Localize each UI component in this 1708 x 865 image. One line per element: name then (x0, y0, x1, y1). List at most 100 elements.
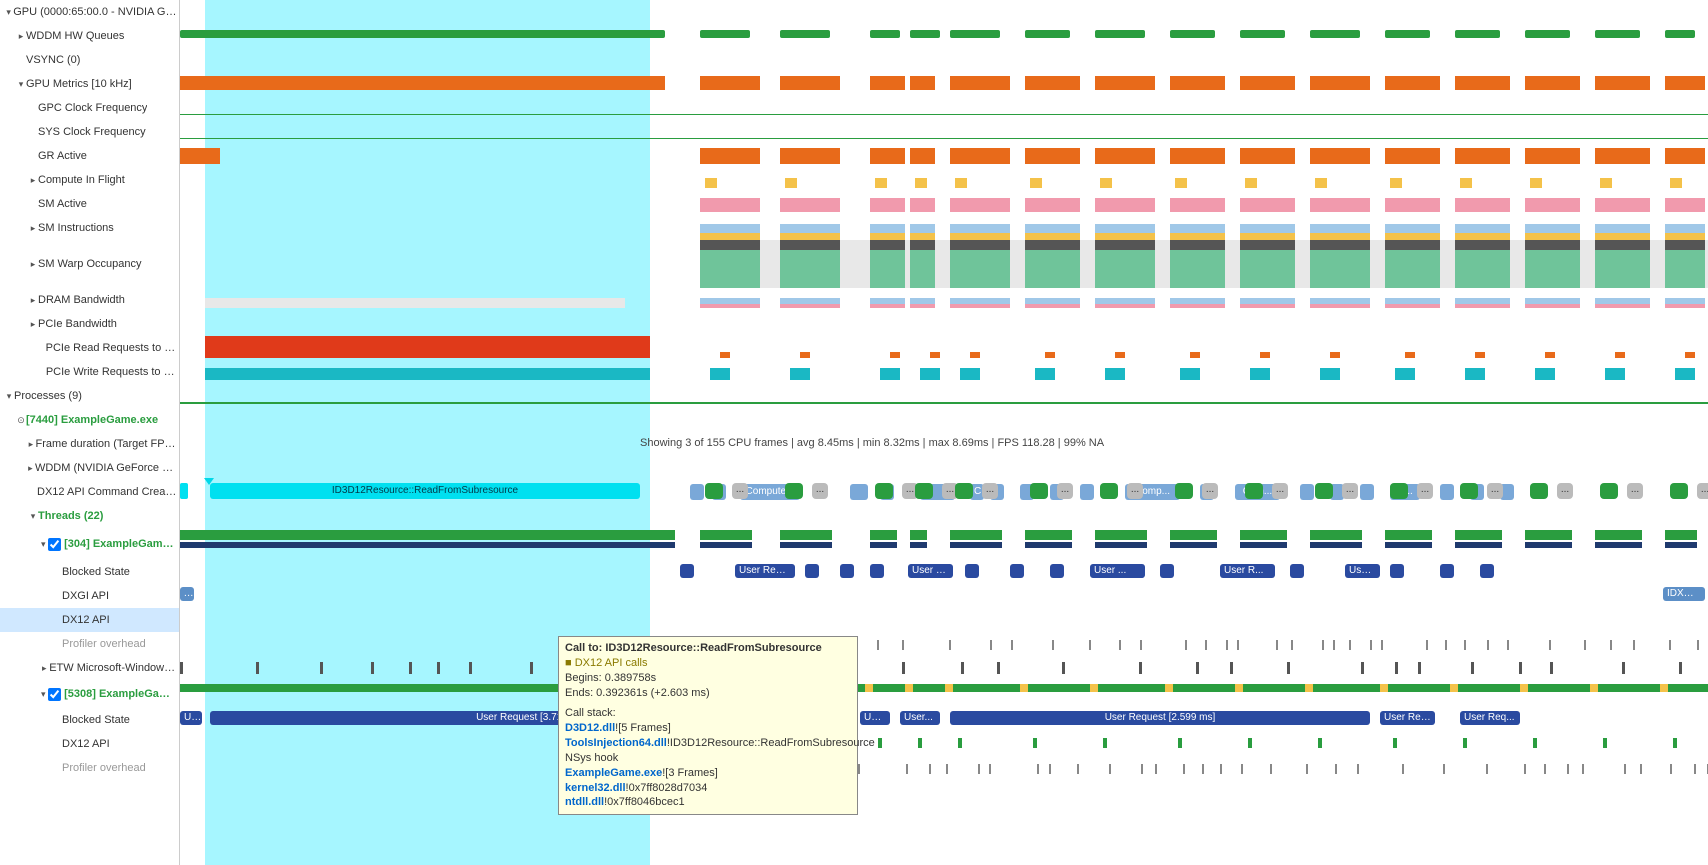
dx12-event[interactable] (1670, 483, 1688, 499)
tree-row[interactable]: Profiler overhead (0, 632, 179, 656)
blocked-state-pill[interactable] (1440, 564, 1454, 578)
tree-row[interactable]: Profiler overhead (0, 756, 179, 780)
tree-row[interactable]: ▸SM Warp Occupancy (0, 240, 179, 288)
expand-caret-icon[interactable]: ▾ (28, 511, 38, 522)
compute-pill[interactable] (850, 484, 868, 500)
dx12-event[interactable]: ... (1057, 483, 1073, 499)
expand-caret-icon[interactable]: ▾ (39, 539, 49, 550)
expand-caret-icon[interactable]: ▸ (26, 463, 35, 474)
blocked-state-pill[interactable] (1480, 564, 1494, 578)
row-visibility-checkbox[interactable] (48, 538, 61, 551)
blocked-state-pill[interactable]: User... (900, 711, 940, 725)
blocked-state-pill[interactable] (680, 564, 694, 578)
tree-row[interactable]: ▾[304] ExampleGame.ex (0, 528, 179, 560)
dx12-event[interactable] (1460, 483, 1478, 499)
tree-row[interactable]: ▸WDDM HW Queues (0, 24, 179, 48)
dx12-event[interactable] (875, 483, 893, 499)
expand-caret-icon[interactable]: ▸ (28, 295, 38, 306)
dx12-event[interactable]: ... (1342, 483, 1358, 499)
dxgi-pill[interactable]: ... (180, 587, 194, 601)
blocked-state-pill[interactable]: User Request [2.599 ms] (950, 711, 1370, 725)
blocked-state-pill[interactable] (840, 564, 854, 578)
dx12-event[interactable]: ... (1627, 483, 1643, 499)
compute-pill[interactable] (1360, 484, 1374, 500)
blocked-state-pill[interactable] (1050, 564, 1064, 578)
compute-pill[interactable] (1080, 484, 1094, 500)
blocked-state-pill[interactable]: User Req... (1460, 711, 1520, 725)
dx12-event[interactable] (915, 483, 933, 499)
blocked-state-pill[interactable]: User ... (1090, 564, 1145, 578)
expand-caret-icon[interactable]: ▸ (28, 319, 38, 330)
blocked-state-pill[interactable]: User Requ... (735, 564, 795, 578)
dx12-event[interactable]: ... (1487, 483, 1503, 499)
dx12-event[interactable]: ... (732, 483, 748, 499)
tree-row[interactable]: ▸WDDM (NVIDIA GeForce RTX 3 (0, 456, 179, 480)
row-visibility-checkbox[interactable] (48, 688, 61, 701)
expand-caret-icon[interactable]: ▸ (28, 223, 38, 234)
dx12-event[interactable] (1245, 483, 1263, 499)
dxgi-pill[interactable]: IDXGI... (1663, 587, 1705, 601)
dx12-selected-call[interactable]: ID3D12Resource::ReadFromSubresource (210, 483, 640, 499)
tree-row[interactable]: ▾GPU Metrics [10 kHz] (0, 72, 179, 96)
tree-row[interactable]: ▸PCIe Bandwidth (0, 312, 179, 336)
dx12-event[interactable]: ... (1417, 483, 1433, 499)
blocked-state-pill[interactable] (965, 564, 979, 578)
blocked-state-pill[interactable]: User Req... (1380, 711, 1435, 725)
blocked-state-pill[interactable] (1290, 564, 1304, 578)
dx12-event[interactable]: ... (1202, 483, 1218, 499)
tree-row[interactable]: SM Active (0, 192, 179, 216)
dx12-event[interactable] (180, 483, 188, 499)
dx12-event[interactable] (1530, 483, 1548, 499)
tree-row[interactable]: ▸Frame duration (Target FPS: 60 (0, 432, 179, 456)
dx12-event[interactable]: ... (1272, 483, 1288, 499)
dx12-event[interactable] (1100, 483, 1118, 499)
blocked-state-pill[interactable] (870, 564, 884, 578)
blocked-state-pill[interactable] (1390, 564, 1404, 578)
tree-row[interactable]: VSYNC (0) (0, 48, 179, 72)
expand-caret-icon[interactable]: ▸ (28, 259, 38, 270)
expand-caret-icon[interactable]: ▾ (4, 391, 14, 402)
tree-row[interactable]: DXGI API (0, 584, 179, 608)
tree-row[interactable]: ▾GPU (0000:65:00.0 - NVIDIA GeForc (0, 0, 179, 24)
compute-pill[interactable] (1440, 484, 1454, 500)
dx12-event[interactable]: ... (812, 483, 828, 499)
dx12-event[interactable] (1315, 483, 1333, 499)
expand-caret-icon[interactable]: ▾ (16, 79, 26, 90)
timeline-tree-sidebar[interactable]: ▾GPU (0000:65:00.0 - NVIDIA GeForc▸WDDM … (0, 0, 180, 865)
dx12-event[interactable]: ... (1557, 483, 1573, 499)
compute-pill[interactable] (1300, 484, 1314, 500)
tree-row[interactable]: ▾Threads (22) (0, 504, 179, 528)
dx12-event[interactable] (1175, 483, 1193, 499)
expand-caret-icon[interactable]: ▾ (39, 689, 49, 700)
tree-row[interactable]: PCIe Write Requests to BAR1 (0, 360, 179, 384)
tree-row[interactable]: ▾Processes (9) (0, 384, 179, 408)
tree-row[interactable]: ▸ETW Microsoft-Windows-D (0, 656, 179, 680)
blocked-state-pill[interactable] (1010, 564, 1024, 578)
dx12-event[interactable] (1600, 483, 1618, 499)
tree-row[interactable]: ▸DRAM Bandwidth (0, 288, 179, 312)
dx12-event[interactable] (1030, 483, 1048, 499)
blocked-state-pill[interactable] (805, 564, 819, 578)
tree-row[interactable]: PCIe Read Requests to BAR1 (0, 336, 179, 360)
dx12-event[interactable] (785, 483, 803, 499)
tree-row[interactable]: ⊙[7440] ExampleGame.exe (0, 408, 179, 432)
dx12-event[interactable]: ... (1127, 483, 1143, 499)
tree-row[interactable]: DX12 API (0, 732, 179, 756)
expand-caret-icon[interactable]: ▸ (16, 31, 26, 42)
timeline-view[interactable]: Showing 3 of 155 CPU frames | avg 8.45ms… (180, 0, 1708, 865)
expand-caret-icon[interactable]: ⊙ (16, 415, 26, 426)
dx12-event[interactable] (955, 483, 973, 499)
blocked-state-pill[interactable]: User R... (1220, 564, 1275, 578)
tree-row[interactable]: DX12 API (0, 608, 179, 632)
blocked-state-pill[interactable]: Us... (180, 711, 202, 725)
blocked-state-pill[interactable]: User R... (1345, 564, 1380, 578)
tree-row[interactable]: GPC Clock Frequency (0, 96, 179, 120)
tree-row[interactable]: DX12 API Command Creation (0, 480, 179, 504)
expand-caret-icon[interactable]: ▸ (26, 439, 35, 450)
tree-row[interactable]: ▸Compute In Flight (0, 168, 179, 192)
expand-caret-icon[interactable]: ▸ (39, 663, 49, 674)
dx12-event[interactable]: ... (982, 483, 998, 499)
dx12-event[interactable] (1390, 483, 1408, 499)
expand-caret-icon[interactable]: ▸ (28, 175, 38, 186)
dx12-event[interactable]: ... (1697, 483, 1708, 499)
